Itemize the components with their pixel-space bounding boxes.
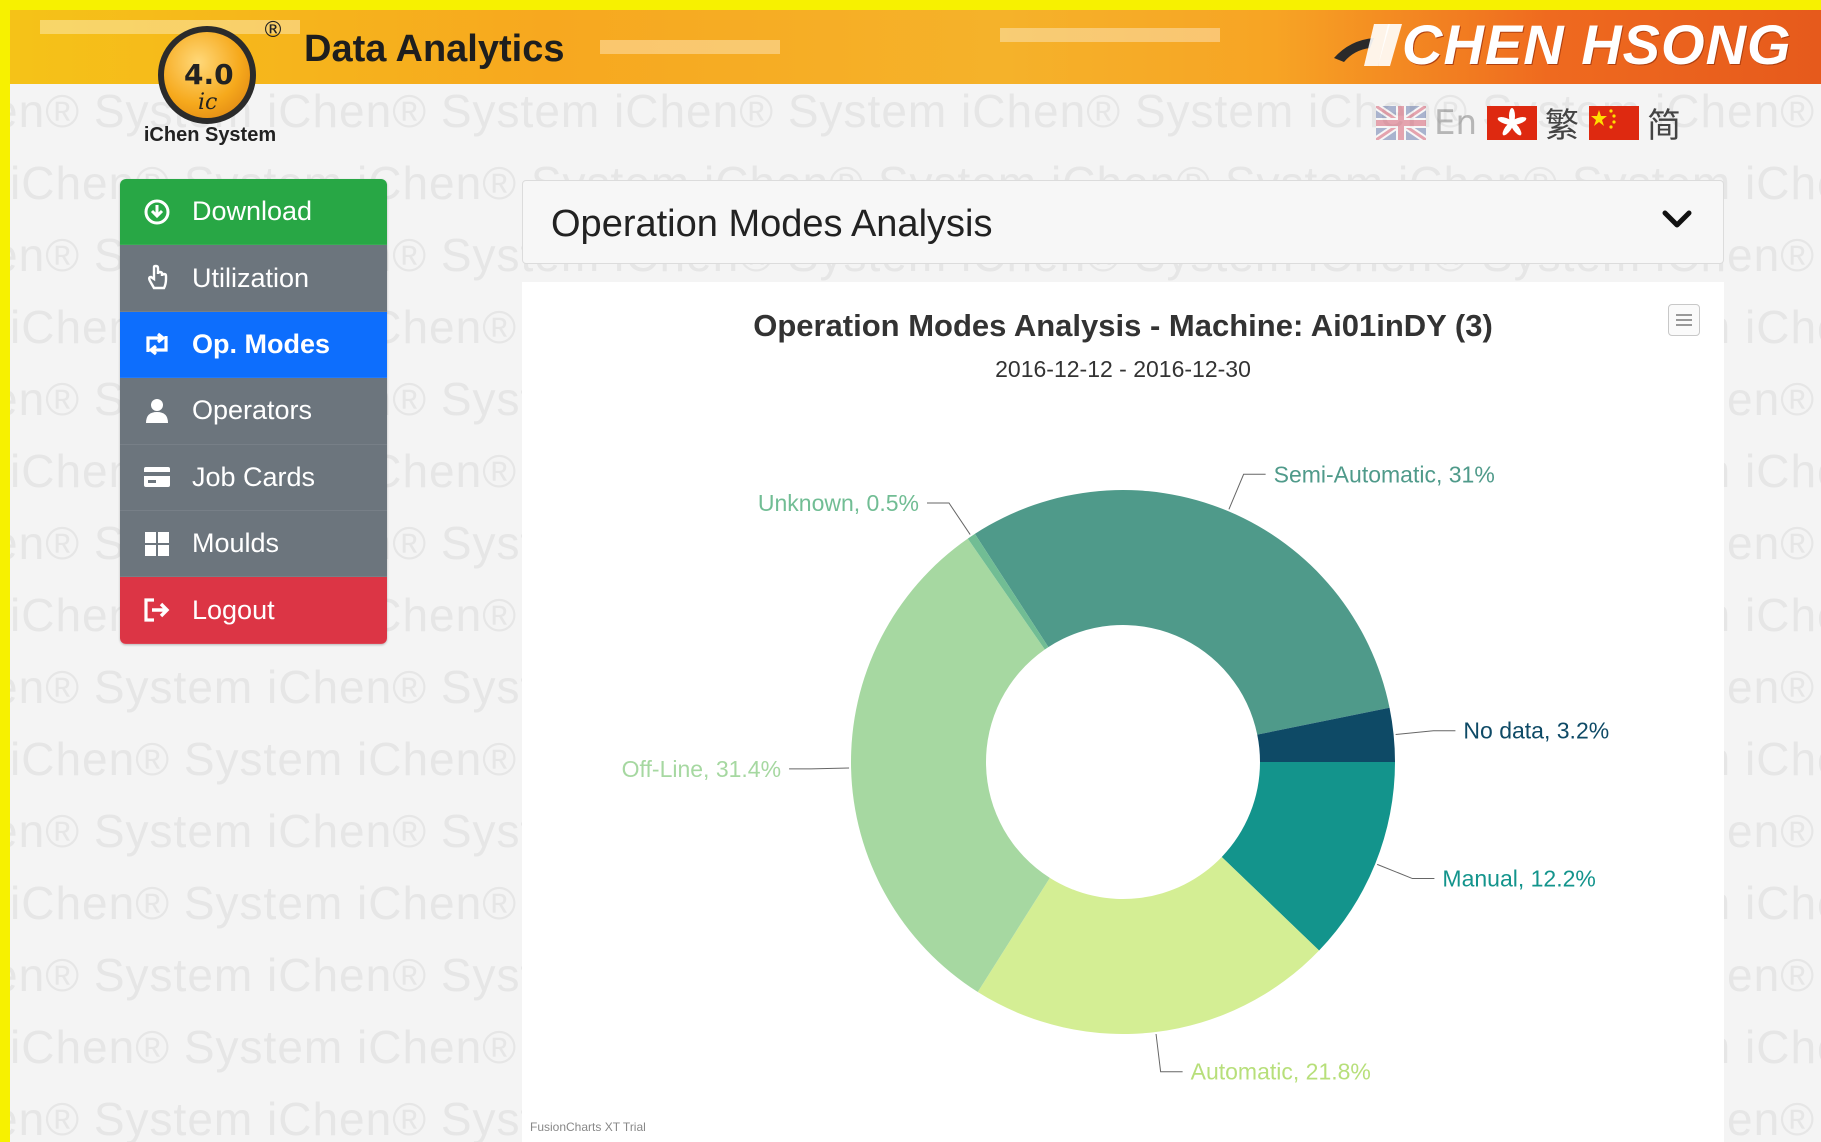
sidebar-item-moulds[interactable]: Moulds (120, 510, 387, 578)
sidebar-item-op-modes[interactable]: Op. Modes (120, 311, 387, 379)
slice-leader-line (1395, 730, 1456, 736)
sidebar-nav: Download Utilization Op. Modes Operators… (120, 179, 387, 644)
sidebar-item-label: Logout (192, 594, 275, 625)
lang-traditional-label: 繁 (1545, 106, 1580, 146)
lang-simplified-chinese[interactable]: 简 (1589, 98, 1681, 147)
sidebar-item-label: Operators (192, 395, 313, 426)
sidebar-item-logout[interactable]: Logout (120, 577, 387, 644)
slice-label: Manual, 12.2% (1442, 866, 1595, 892)
panel-title: Operation Modes Analysis (551, 203, 993, 245)
logo-ic: ic (198, 90, 218, 115)
language-selector: En 繁 简 (1374, 98, 1681, 147)
ichen-logo[interactable]: 4.0 ic ® iChen System (140, 18, 290, 150)
lang-traditional-chinese[interactable]: 繁 (1487, 98, 1579, 147)
fusioncharts-trial-label: FusionCharts XT Trial (530, 1120, 646, 1134)
slice-leader-line (926, 502, 971, 535)
china-flag-icon (1589, 105, 1640, 140)
slice-label: Semi-Automatic, 31% (1274, 461, 1495, 487)
donut-chart: Semi-Automatic, 31% No data, 3.2% Manual, … (622, 461, 1610, 1085)
card-icon (142, 462, 172, 492)
logo-caption: iChen System (143, 124, 277, 146)
sidebar-item-utilization[interactable]: Utilization (120, 245, 387, 312)
sidebar-item-label: Op. Modes (192, 328, 331, 359)
logout-icon (142, 595, 172, 625)
header-stripe (1000, 28, 1220, 42)
sidebar-item-label: Download (192, 196, 313, 227)
retweet-icon (142, 329, 172, 359)
brand-name: CHEN HSONG (1402, 12, 1792, 76)
registered-mark: ® (262, 18, 284, 43)
lang-english-label: En (1434, 102, 1478, 143)
app-title: Data Analytics (304, 28, 565, 70)
slice-leader-line (789, 767, 850, 770)
donut-slice[interactable] (974, 490, 1390, 735)
logo-number: 4.0 (184, 58, 234, 91)
chevron-down-icon[interactable] (1661, 205, 1693, 233)
hand-pointer-icon (142, 263, 172, 293)
chart-card: Operation Modes Analysis - Machine: Ai01… (522, 282, 1724, 1142)
chen-hsong-brand: CHEN HSONG (1330, 12, 1792, 76)
sidebar-item-operators[interactable]: Operators (120, 378, 387, 445)
sidebar-item-label: Job Cards (192, 461, 316, 492)
slice-leader-line (1228, 473, 1266, 510)
download-icon (142, 197, 172, 227)
grid-icon (142, 529, 172, 559)
slice-leader-line (1155, 1033, 1183, 1073)
chen-hsong-logo-icon (1330, 18, 1402, 70)
slice-label: Unknown, 0.5% (758, 490, 919, 516)
hong-kong-flag-icon (1487, 105, 1538, 140)
user-icon (142, 396, 172, 426)
slice-leader-line (1376, 863, 1435, 880)
sidebar-item-job-cards[interactable]: Job Cards (120, 444, 387, 511)
sidebar-item-label: Utilization (192, 262, 310, 293)
slice-label: No data, 3.2% (1463, 718, 1609, 744)
lang-english[interactable]: En (1374, 102, 1478, 143)
slice-label: Off-Line, 31.4% (622, 756, 781, 782)
slice-label: Automatic, 21.8% (1191, 1059, 1371, 1085)
sidebar-item-label: Moulds (192, 528, 280, 559)
header-stripe (600, 40, 780, 54)
operation-modes-panel-header[interactable]: Operation Modes Analysis (522, 180, 1724, 264)
uk-flag-icon (1374, 102, 1428, 143)
sidebar-item-download[interactable]: Download (120, 179, 387, 246)
lang-simplified-label: 简 (1647, 106, 1682, 146)
